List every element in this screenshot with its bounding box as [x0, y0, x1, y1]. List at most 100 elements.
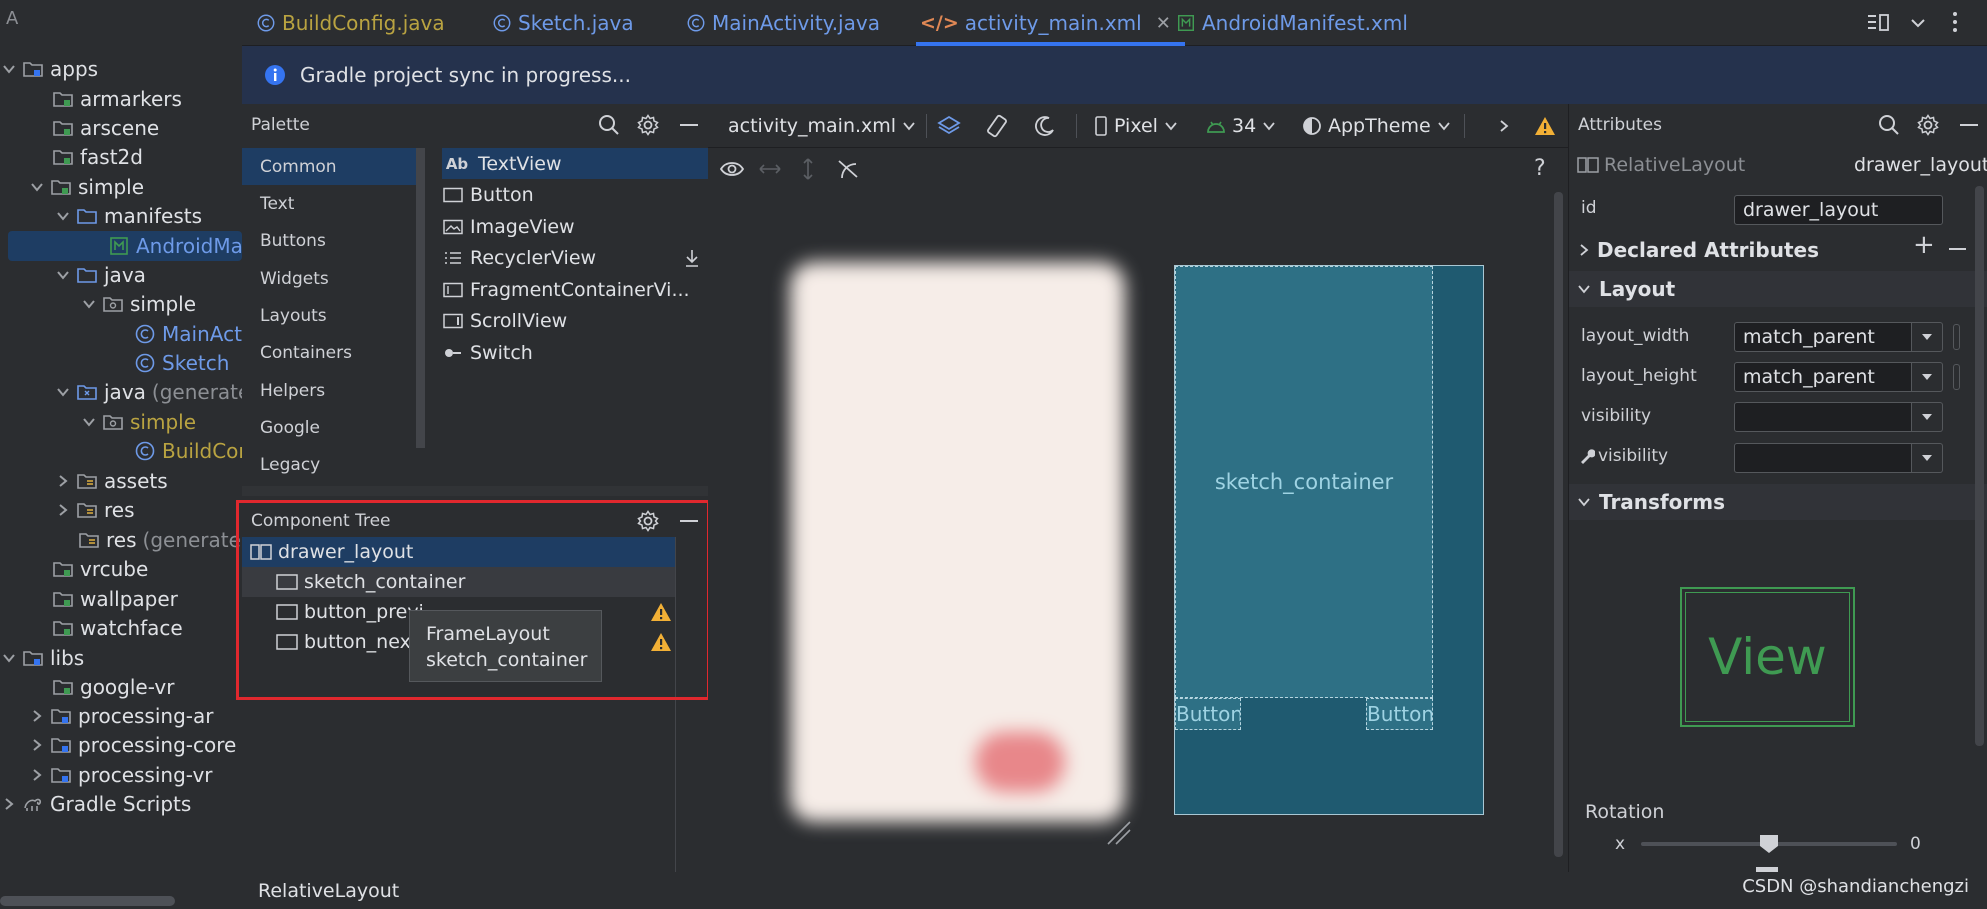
search-icon[interactable]	[598, 114, 620, 136]
tree-item-res[interactable]: res	[56, 495, 135, 525]
tree-item-fast2d[interactable]: fast2d	[52, 142, 143, 172]
minimize-icon[interactable]	[680, 124, 698, 126]
blueprint-button-previous[interactable]: Button	[1175, 698, 1241, 730]
api-selector[interactable]: 34	[1206, 104, 1276, 148]
chevron-down-icon[interactable]	[2, 651, 16, 665]
section-transforms[interactable]: Transforms	[1569, 484, 1987, 520]
tab-buildconfig[interactable]: BuildConfig.java	[256, 0, 445, 46]
design-preview[interactable]	[790, 262, 1125, 822]
tree-item-arscene[interactable]: arscene	[52, 113, 159, 143]
download-icon[interactable]	[684, 249, 700, 267]
tree-item-buildconfig[interactable]: BuildConfig	[134, 436, 242, 466]
chevron-down-icon[interactable]	[82, 297, 96, 311]
tree-item-wallpaper[interactable]: wallpaper	[52, 584, 178, 614]
tree-item-package-simple[interactable]: simple	[82, 289, 196, 319]
section-layout[interactable]: Layout	[1569, 271, 1987, 307]
add-attribute-icon[interactable]: +	[1913, 230, 1935, 260]
chevron-right-icon[interactable]	[30, 738, 44, 752]
tree-item-armarkers[interactable]: armarkers	[52, 84, 182, 114]
tree-item-vrcube[interactable]: vrcube	[52, 554, 148, 584]
palette-widget-textview[interactable]: Ab TextView	[442, 148, 708, 179]
theme-selector[interactable]: AppTheme	[1302, 104, 1451, 148]
rotation-slider-thumb[interactable]	[1759, 834, 1779, 854]
no-constraints-icon[interactable]	[836, 158, 860, 180]
tools-visibility-dropdown[interactable]	[1912, 443, 1943, 473]
close-icon[interactable]: ✕	[1156, 13, 1171, 34]
split-view-icon[interactable]	[1866, 12, 1890, 34]
chevron-right-icon[interactable]	[2, 797, 16, 811]
chevron-down-icon[interactable]	[56, 209, 70, 223]
blueprint-button-next[interactable]: Button	[1366, 698, 1433, 730]
search-icon[interactable]	[1878, 114, 1900, 136]
palette-category-common[interactable]: Common	[242, 148, 417, 185]
resize-handle-icon[interactable]	[1104, 818, 1134, 848]
tree-item-assets[interactable]: assets	[56, 466, 168, 496]
chevron-down-icon[interactable]	[82, 415, 96, 429]
palette-category-text[interactable]: Text	[242, 185, 417, 222]
tree-item-res-generated[interactable]: res (generated)	[78, 525, 242, 555]
layout-width-dropdown[interactable]	[1912, 322, 1943, 352]
more-vertical-icon[interactable]	[1950, 10, 1960, 34]
tree-item-sketch[interactable]: Sketch	[134, 348, 229, 378]
eye-icon[interactable]	[719, 158, 747, 180]
palette-category-containers[interactable]: Containers	[242, 334, 417, 371]
file-selector[interactable]: activity_main.xml	[728, 104, 916, 148]
palette-category-buttons[interactable]: Buttons	[242, 222, 417, 259]
chevron-right-icon[interactable]	[30, 709, 44, 723]
design-surface-button[interactable]	[936, 104, 962, 148]
layout-height-input[interactable]: match_parent	[1734, 362, 1912, 392]
tree-item-java[interactable]: java	[56, 260, 146, 290]
layout-width-input[interactable]: match_parent	[1734, 322, 1912, 352]
chevron-down-icon[interactable]	[30, 180, 44, 194]
palette-category-layouts[interactable]: Layouts	[242, 297, 417, 334]
chevron-right-icon[interactable]	[30, 768, 44, 782]
tree-item-mainactivity[interactable]: MainActivity	[134, 319, 242, 349]
palette-widget-scrollview[interactable]: ScrollView	[442, 305, 567, 336]
help-icon[interactable]: ?	[1534, 156, 1546, 181]
tab-activity-main[interactable]: </> activity_main.xml ✕	[916, 0, 1185, 46]
remove-attribute-icon[interactable]	[1949, 248, 1966, 250]
palette-category-google[interactable]: Google	[242, 409, 417, 446]
palette-widget-imageview[interactable]: ImageView	[442, 211, 575, 242]
night-mode-button[interactable]	[1034, 104, 1056, 148]
chevron-down-icon[interactable]	[1910, 16, 1926, 30]
palette-widget-recyclerview[interactable]: RecyclerView	[442, 242, 708, 273]
blueprint-sketch-container[interactable]: sketch_container	[1175, 266, 1433, 698]
chevron-down-icon[interactable]	[2, 62, 16, 76]
tree-item-libs[interactable]: libs	[2, 643, 84, 673]
chevron-right-icon[interactable]	[56, 503, 70, 517]
tools-visibility-input[interactable]	[1734, 443, 1912, 473]
layout-height-dropdown[interactable]	[1912, 362, 1943, 392]
tree-item-manifests[interactable]: manifests	[56, 201, 202, 231]
tree-item-simple[interactable]: simple	[30, 172, 144, 202]
chevron-right-icon[interactable]	[56, 474, 70, 488]
tree-item-package-simple-generated[interactable]: simple	[82, 407, 196, 437]
tree-item-gradle-scripts[interactable]: Gradle Scripts	[2, 789, 191, 819]
palette-category-helpers[interactable]: Helpers	[242, 372, 417, 409]
tree-item-watchface[interactable]: watchface	[52, 613, 183, 643]
gear-icon[interactable]	[1917, 114, 1939, 136]
tab-androidmanifest[interactable]: AndroidManifest.xml	[1176, 0, 1408, 46]
palette-category-widgets[interactable]: Widgets	[242, 260, 417, 297]
horizontal-scrollbar[interactable]	[0, 896, 175, 906]
gear-icon[interactable]	[637, 114, 659, 136]
minimize-icon[interactable]	[1960, 124, 1978, 126]
tree-item-processing-core[interactable]: processing-core	[30, 730, 236, 760]
chevron-down-icon[interactable]	[56, 385, 70, 399]
id-input[interactable]: drawer_layout	[1734, 195, 1943, 225]
tab-mainactivity[interactable]: MainActivity.java	[686, 0, 880, 46]
tree-item-androidmanifest[interactable]: AndroidManifest.xml	[8, 231, 242, 261]
device-selector[interactable]: Pixel	[1094, 104, 1178, 148]
tree-item-processing-ar[interactable]: processing-ar	[30, 701, 213, 731]
horizontal-arrows-icon[interactable]	[758, 162, 782, 176]
attributes-scrollbar[interactable]	[1975, 186, 1984, 746]
tree-item-processing-vr[interactable]: processing-vr	[30, 760, 213, 790]
palette-widget-button[interactable]: Button	[442, 179, 534, 210]
vertical-arrows-icon[interactable]	[801, 157, 815, 181]
tree-item-java-generated[interactable]: java (generated)	[56, 377, 242, 407]
visibility-dropdown[interactable]	[1912, 402, 1943, 432]
tree-item-google-vr[interactable]: google-vr	[52, 672, 174, 702]
chevron-down-icon[interactable]	[56, 268, 70, 282]
visibility-input[interactable]	[1734, 402, 1912, 432]
orientation-button[interactable]	[984, 104, 1010, 148]
